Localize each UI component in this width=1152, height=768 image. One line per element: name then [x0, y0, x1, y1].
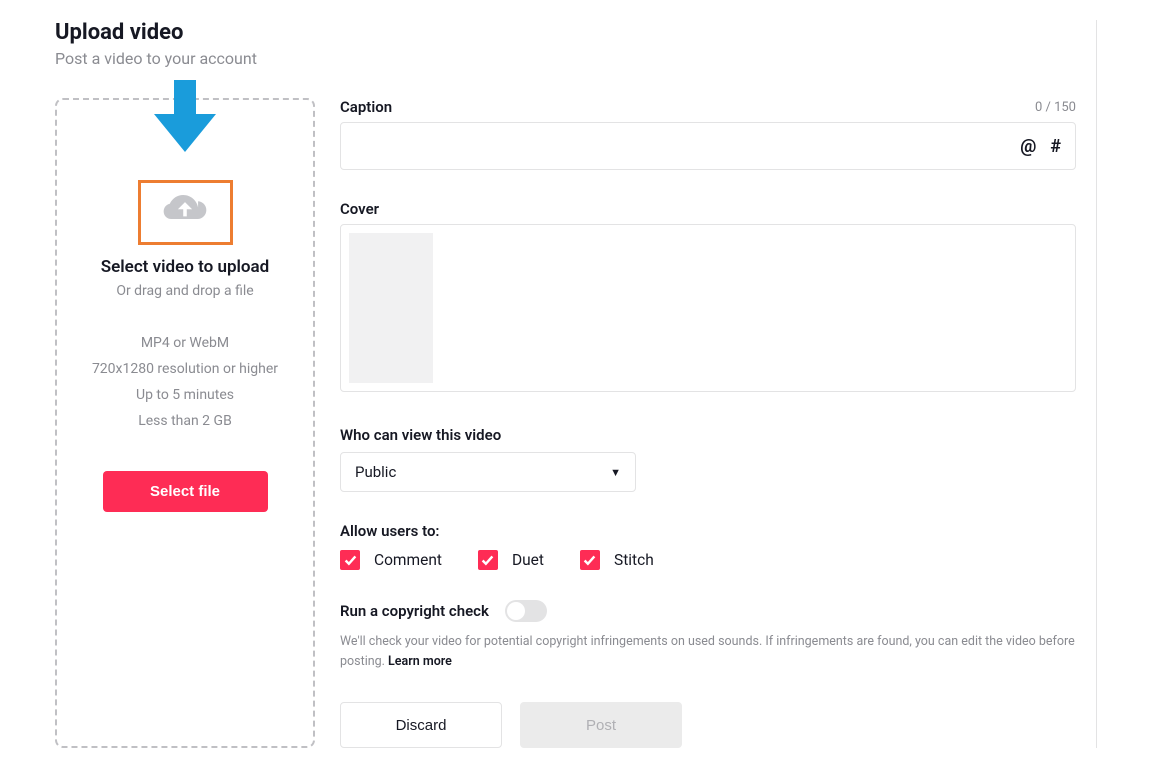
allow-label: Allow users to: [340, 522, 1076, 540]
upload-title: Select video to upload [77, 257, 293, 277]
copyright-label: Run a copyright check [340, 602, 489, 620]
checkbox-label: Stitch [614, 551, 654, 569]
cover-label: Cover [340, 200, 1076, 218]
learn-more-link[interactable]: Learn more [388, 654, 452, 669]
caption-input-wrapper[interactable]: @ # [340, 122, 1076, 170]
checkbox-comment[interactable]: Comment [340, 550, 442, 570]
caption-char-count: 0 / 150 [1035, 100, 1076, 115]
hashtag-icon[interactable]: # [1050, 136, 1061, 157]
toggle-knob [507, 602, 525, 620]
copyright-description: We'll check your video for potential cop… [340, 632, 1076, 672]
upload-requirements: MP4 or WebM 720x1280 resolution or highe… [77, 331, 293, 435]
cover-thumbnail[interactable] [349, 233, 433, 383]
checkbox-duet[interactable]: Duet [478, 550, 544, 570]
select-file-button[interactable]: Select file [103, 471, 268, 512]
copyright-toggle[interactable] [505, 600, 547, 622]
check-icon [478, 550, 498, 570]
check-icon [580, 550, 600, 570]
cloud-upload-icon [163, 195, 207, 231]
privacy-select[interactable]: Public ▼ [340, 452, 636, 492]
privacy-selected-value: Public [355, 463, 396, 481]
upload-req: Less than 2 GB [77, 409, 293, 435]
page-title: Upload video [55, 20, 1076, 45]
cover-selector[interactable] [340, 224, 1076, 392]
checkbox-label: Duet [512, 551, 544, 569]
upload-subtitle: Or drag and drop a file [77, 283, 293, 299]
arrow-down-icon [154, 80, 216, 156]
upload-req: 720x1280 resolution or higher [77, 357, 293, 383]
upload-req: Up to 5 minutes [77, 383, 293, 409]
upload-dropzone[interactable]: Select video to upload Or drag and drop … [55, 98, 315, 748]
chevron-down-icon: ▼ [610, 466, 621, 479]
check-icon [340, 550, 360, 570]
upload-cloud-highlight [138, 180, 233, 245]
page-subtitle: Post a video to your account [55, 49, 1076, 68]
checkbox-label: Comment [374, 551, 442, 569]
mention-icon[interactable]: @ [1020, 136, 1036, 157]
privacy-label: Who can view this video [340, 426, 1076, 444]
upload-req: MP4 or WebM [77, 331, 293, 357]
checkbox-stitch[interactable]: Stitch [580, 550, 654, 570]
post-button[interactable]: Post [520, 702, 682, 748]
caption-input[interactable] [355, 123, 1020, 169]
discard-button[interactable]: Discard [340, 702, 502, 748]
caption-label: Caption [340, 98, 392, 116]
